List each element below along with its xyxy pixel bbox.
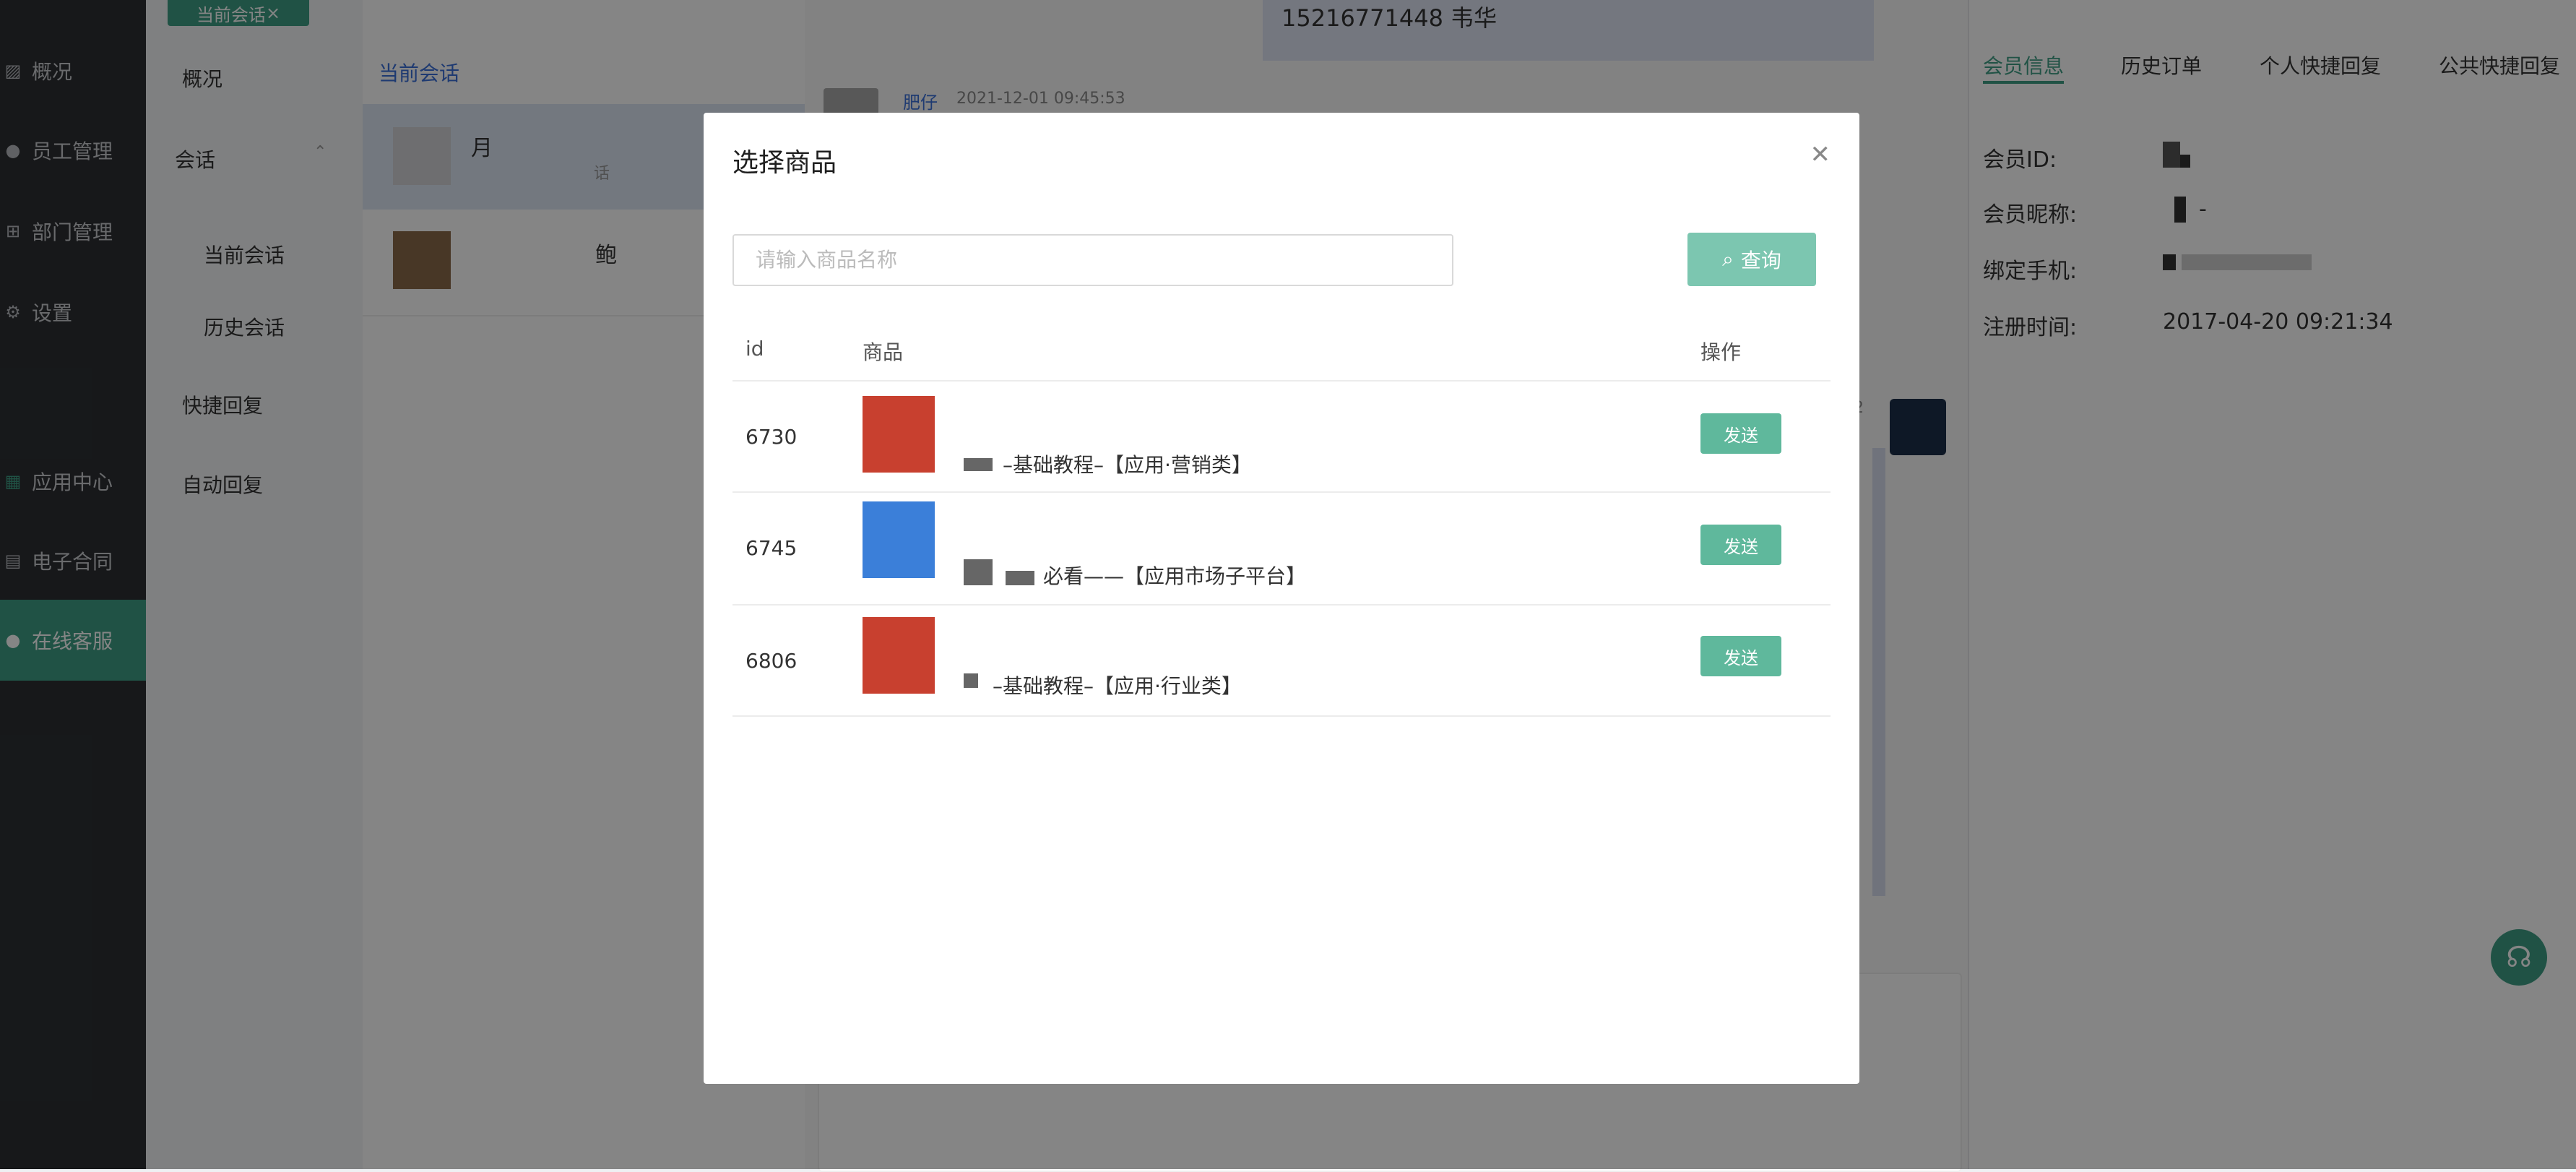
column-header-product: 商品: [863, 340, 904, 364]
redacted-block: [964, 673, 978, 688]
redacted-block: [964, 559, 993, 585]
send-button[interactable]: 发送: [1700, 413, 1781, 454]
send-button[interactable]: 发送: [1700, 636, 1781, 676]
query-button[interactable]: ⌕ 查询: [1687, 233, 1816, 286]
divider: [732, 491, 1831, 493]
product-name: 必看——【应用市场子平台】: [1043, 564, 1307, 588]
product-name: –基础教程–【应用·营销类】: [1003, 453, 1252, 477]
close-icon[interactable]: ✕: [1810, 140, 1831, 169]
product-thumbnail: [863, 617, 935, 694]
redacted-block: [1006, 571, 1034, 585]
product-thumbnail: [863, 396, 935, 473]
product-id: 6806: [745, 649, 798, 673]
divider: [732, 715, 1831, 717]
divider: [732, 380, 1831, 382]
redacted-block: [964, 458, 993, 471]
product-id: 6730: [745, 425, 798, 449]
divider: [732, 604, 1831, 606]
product-thumbnail: [863, 501, 935, 578]
send-button[interactable]: 发送: [1700, 525, 1781, 565]
column-header-action: 操作: [1700, 340, 1742, 364]
dialog-title: 选择商品: [732, 148, 837, 178]
product-id: 6745: [745, 536, 798, 560]
search-icon: ⌕: [1722, 247, 1734, 271]
select-product-dialog: 选择商品 ✕ ⌕查询 id 商品 操作 6730 –基础教程–【应用·营销类】 …: [704, 113, 1859, 1084]
product-name: –基础教程–【应用·行业类】: [993, 674, 1242, 698]
product-search-input[interactable]: [732, 234, 1453, 286]
column-header-id: id: [745, 337, 764, 361]
